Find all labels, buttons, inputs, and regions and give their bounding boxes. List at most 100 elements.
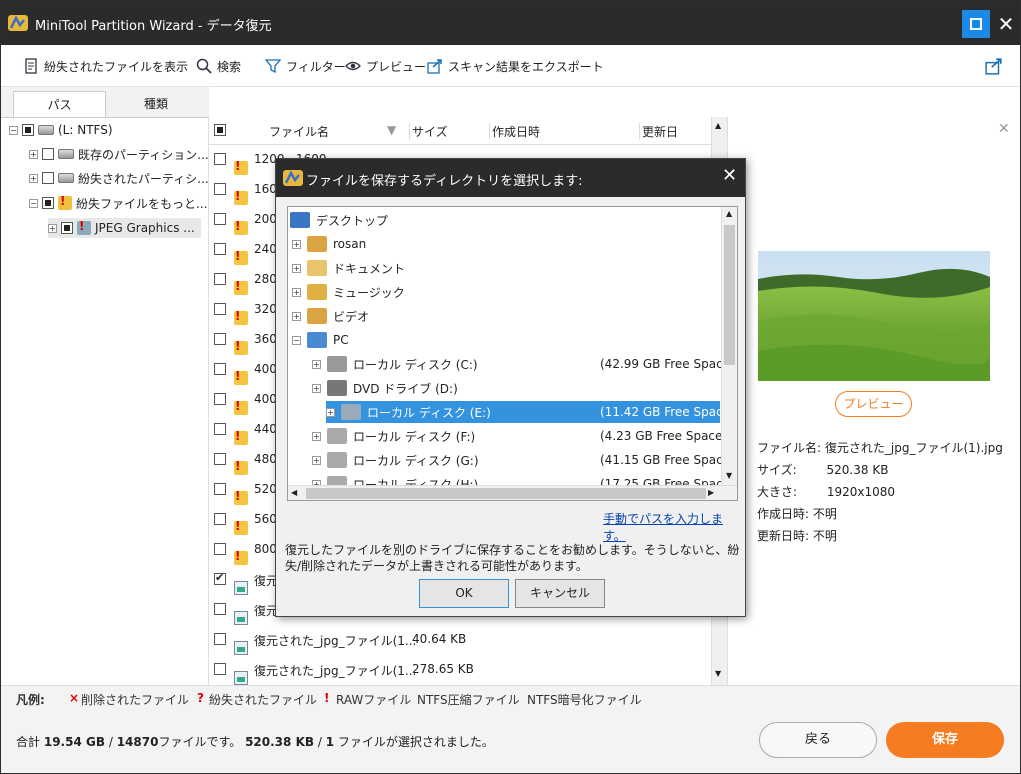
scroll-up-icon[interactable]: ▲ [715,121,721,130]
row-checkbox[interactable] [214,423,226,435]
tree-checkbox[interactable] [42,172,54,184]
directory-item[interactable]: + ローカル ディスク (C:) (42.99 GB Free Space [312,353,737,375]
drive-icon [58,173,74,183]
maximize-button[interactable] [962,10,990,38]
row-checkbox[interactable] [214,543,226,555]
close-button[interactable]: ✕ [994,10,1018,38]
directory-tree-vscrollbar[interactable]: ▲ ▼ [721,207,737,485]
row-checkbox[interactable] [214,663,226,675]
expand-icon[interactable]: + [29,173,38,183]
search-button[interactable]: 検索 [196,56,241,76]
directory-item[interactable]: + ミュージック [292,281,722,303]
column-size[interactable]: サイズ [409,123,448,140]
summary-text: 合計 19.54 GB / 14870ファイルです。 520.38 KB / 1… [16,733,494,750]
preview-button[interactable]: プレビュー [345,56,426,76]
expand-icon[interactable]: + [312,383,321,393]
scroll-left-icon[interactable]: ◀ [291,488,297,497]
close-preview-icon[interactable]: ✕ [998,121,1010,137]
scroll-down-icon[interactable]: ▼ [726,471,732,480]
directory-item[interactable]: + ビデオ [292,305,722,327]
ok-button[interactable]: OK [419,579,509,608]
tree-item-root[interactable]: − (L: NTFS) [9,120,113,140]
directory-item[interactable]: + ローカル ディスク (G:) (41.15 GB Free Space [312,449,737,471]
directory-tree-hscrollbar[interactable]: ◀ ▶ [288,485,737,500]
row-checkbox[interactable] [214,303,226,315]
row-checkbox[interactable] [214,633,226,645]
preview-image-button[interactable]: プレビュー [835,391,912,417]
expand-icon[interactable]: + [292,239,301,249]
manual-path-link[interactable]: 手動でパスを入力します。 [603,510,745,544]
tab-path[interactable]: パス [13,91,106,117]
row-checkbox[interactable] [214,483,226,495]
row-checkbox[interactable] [214,571,226,585]
row-checkbox[interactable] [214,153,226,165]
scroll-thumb[interactable] [724,225,735,365]
tree-item-label: 紛失されたパーティシ... [78,171,209,186]
tree-item-existing[interactable]: + 既存のパーティション... [29,144,209,164]
table-row[interactable]: 復元された_jpg_ファイル(1... 40.64 KB [209,625,709,655]
directory-item[interactable]: + DVD ドライブ (D:) [312,377,737,399]
scroll-up-icon[interactable]: ▲ [726,209,732,218]
file-name: 800 [254,542,277,556]
column-name[interactable]: ファイル名 [269,123,329,140]
tab-type[interactable]: 種類 [111,91,201,117]
music-icon [307,284,327,300]
footer: 合計 19.54 GB / 14870ファイルです。 520.38 KB / 1… [1,711,1020,773]
export-scan-button[interactable]: スキャン結果をエクスポート [427,56,604,76]
collapse-icon[interactable]: − [29,198,38,208]
scroll-down-icon[interactable]: ▼ [715,669,721,678]
tree-checkbox[interactable] [61,222,73,234]
expand-icon[interactable]: + [312,431,321,441]
tree-checkbox[interactable] [22,124,34,136]
tree-checkbox[interactable] [42,197,54,209]
row-checkbox[interactable] [214,183,226,195]
row-checkbox[interactable] [214,603,226,615]
directory-item[interactable]: + ローカル ディスク (E:) (11.42 GB Free Space [326,401,730,423]
directory-item[interactable]: デスクトップ [290,209,720,231]
column-created[interactable]: 作成日時 [489,123,540,140]
dialog-close-button[interactable]: ✕ [722,165,737,186]
directory-item[interactable]: + ドキュメント [292,257,722,279]
row-checkbox[interactable] [214,333,226,345]
eye-icon [345,61,361,71]
select-all-checkbox[interactable] [214,124,226,136]
row-checkbox[interactable] [214,243,226,255]
tree-item-more-lost[interactable]: − 紛失ファイルをもっと... [29,193,207,213]
show-lost-files-button[interactable]: 紛失されたファイルを表示 [23,56,188,76]
row-checkbox[interactable] [214,393,226,405]
expand-icon[interactable]: + [326,407,335,417]
row-checkbox[interactable] [214,273,226,285]
expand-icon[interactable]: + [312,359,321,369]
row-checkbox[interactable] [214,363,226,375]
tree-checkbox[interactable] [42,148,54,160]
directory-item[interactable]: + ローカル ディスク (F:) (4.23 GB Free Space) [312,425,737,447]
export-right-icon[interactable] [985,57,1003,75]
tree-item-jpeg[interactable]: + JPEG Graphics ... [48,218,201,238]
table-row[interactable]: 復元された_jpg_ファイル(1... 278.65 KB [209,655,709,685]
expand-icon[interactable]: + [312,455,321,465]
column-modified[interactable]: 更新日 [639,123,678,140]
expand-icon[interactable]: + [48,223,57,233]
collapse-icon[interactable]: − [9,125,18,135]
expand-icon[interactable]: + [292,263,301,273]
scroll-right-icon[interactable]: ▶ [708,488,714,497]
scroll-thumb[interactable] [306,488,706,499]
directory-item[interactable]: − PC [292,329,722,351]
row-checkbox[interactable] [214,213,226,225]
directory-label: ビデオ [333,309,370,324]
filter-button[interactable]: フィルター [265,56,346,76]
expand-icon[interactable]: + [292,287,301,297]
back-button[interactable]: 戻る [759,722,877,758]
expand-icon[interactable]: + [29,149,38,159]
cancel-button[interactable]: キャンセル [515,579,605,608]
tree-item-lost-partition[interactable]: + 紛失されたパーティシ... [29,168,209,188]
row-checkbox[interactable] [214,453,226,465]
legend-deleted: 削除されたファイル [81,693,190,707]
file-name: 200 [254,212,277,226]
collapse-icon[interactable]: − [292,335,301,345]
directory-item[interactable]: + rosan [292,233,722,255]
save-button[interactable]: 保存 [886,722,1004,758]
row-checkbox[interactable] [214,513,226,525]
expand-icon[interactable]: + [292,311,301,321]
export-scan-label: スキャン結果をエクスポート [448,59,604,74]
